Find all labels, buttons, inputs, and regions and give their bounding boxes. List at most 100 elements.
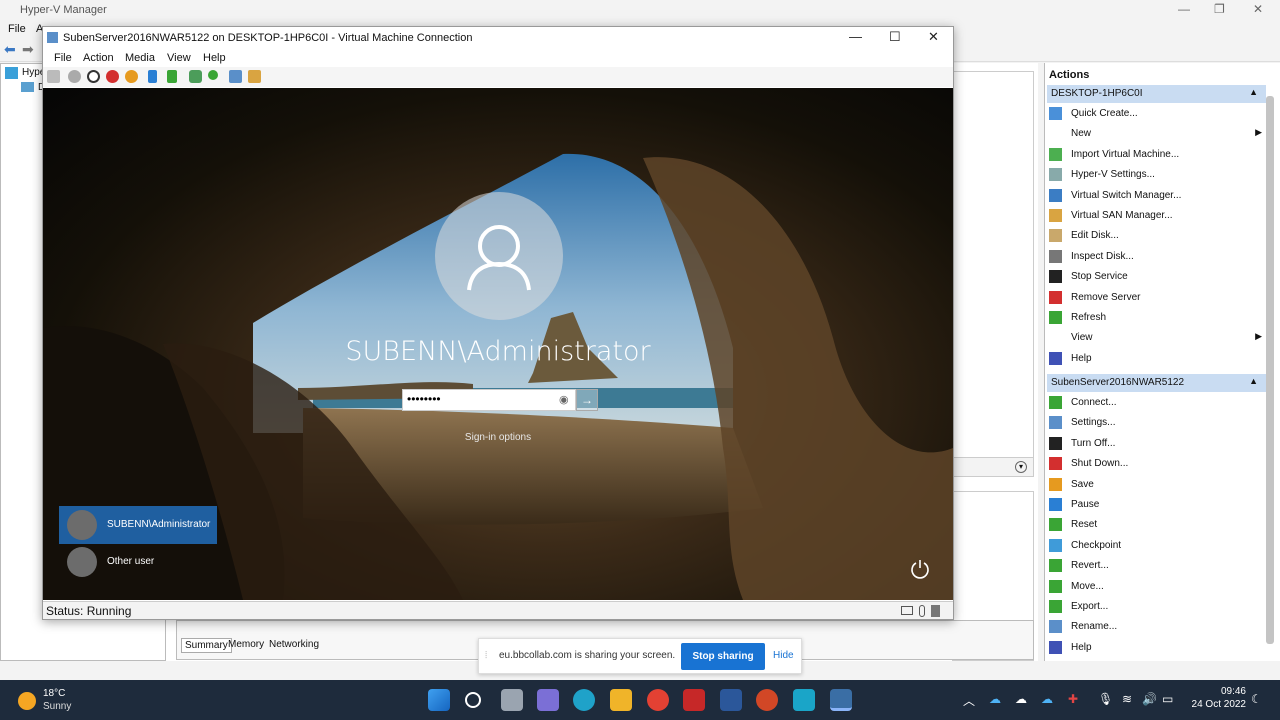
action-settings[interactable]: Settings... <box>1049 414 1264 432</box>
action-shut-down[interactable]: Shut Down... <box>1049 455 1264 473</box>
action-hyper-v-settings[interactable]: Hyper-V Settings... <box>1049 166 1264 184</box>
action-pause[interactable]: Pause <box>1049 496 1264 514</box>
action-move[interactable]: Move... <box>1049 578 1264 596</box>
group-desktop-header[interactable]: DESKTOP-1HP6C0I ▲ <box>1047 85 1266 103</box>
hide-button[interactable]: Hide <box>773 650 794 661</box>
action-connect[interactable]: Connect... <box>1049 394 1264 412</box>
action-virtual-switch-manager[interactable]: Virtual Switch Manager... <box>1049 187 1264 205</box>
action-quick-create[interactable]: Quick Create... <box>1049 105 1264 123</box>
action-reset[interactable]: Reset <box>1049 516 1264 534</box>
acrobat-icon[interactable] <box>683 689 705 711</box>
action-revert[interactable]: Revert... <box>1049 557 1264 575</box>
group-vm-header[interactable]: SubenServer2016NWAR5122 ▲ <box>1047 374 1266 392</box>
action-help[interactable]: Help <box>1049 350 1264 368</box>
action-help[interactable]: Help <box>1049 639 1264 657</box>
vm-menu-action[interactable]: Action <box>83 52 114 64</box>
start-icon[interactable] <box>428 689 450 711</box>
action-inspect-disk[interactable]: Inspect Disk... <box>1049 248 1264 266</box>
clock[interactable]: 09:46 24 Oct 2022 <box>1186 686 1246 710</box>
volume-icon[interactable]: 🔊 <box>1142 692 1157 706</box>
powerpoint-icon[interactable] <box>756 689 778 711</box>
shut-down-icon[interactable] <box>106 70 119 83</box>
action-refresh[interactable]: Refresh <box>1049 309 1264 327</box>
start-icon[interactable] <box>68 70 81 83</box>
reset-icon[interactable] <box>167 70 177 83</box>
stop-sharing-button[interactable]: Stop sharing <box>681 643 765 670</box>
task-view-icon[interactable] <box>501 689 523 711</box>
tab-networking[interactable]: Networking <box>266 638 322 651</box>
weather-temp: 18°C <box>43 688 66 699</box>
save-icon[interactable] <box>125 70 138 83</box>
pause-icon[interactable] <box>148 70 157 83</box>
cloud-icon[interactable]: ☁ <box>1041 692 1053 706</box>
vm-menu-view[interactable]: View <box>167 52 191 64</box>
word-icon[interactable] <box>720 689 742 711</box>
close-icon[interactable]: ✕ <box>1253 2 1263 16</box>
action-edit-disk[interactable]: Edit Disk... <box>1049 227 1264 245</box>
group-desktop-title: DESKTOP-1HP6C0I <box>1051 88 1143 99</box>
collapse-icon[interactable]: ▲ <box>1249 376 1258 386</box>
vm-menu-media[interactable]: Media <box>125 52 155 64</box>
share-icon[interactable] <box>248 70 261 83</box>
submit-arrow-icon[interactable]: → <box>576 389 598 411</box>
hyperv-taskbar-icon[interactable] <box>830 689 852 711</box>
app-tray-icon[interactable]: ✚ <box>1068 692 1078 706</box>
actions-scrollbar[interactable] <box>1266 96 1274 644</box>
forward-icon[interactable]: ➡ <box>22 41 34 58</box>
action-virtual-san-manager[interactable]: Virtual SAN Manager... <box>1049 207 1264 225</box>
edit-disk-icon <box>1049 229 1062 243</box>
ctrl-alt-del-icon[interactable] <box>47 70 60 83</box>
checkpoint-icon[interactable] <box>189 70 202 83</box>
chrome-icon[interactable] <box>647 689 669 711</box>
store-icon[interactable] <box>793 689 815 711</box>
moon-icon[interactable]: ☾ <box>1251 692 1262 706</box>
menu-file[interactable]: File <box>8 23 26 35</box>
power-icon[interactable] <box>909 558 931 580</box>
search-icon[interactable] <box>465 692 481 708</box>
microphone-icon[interactable]: 🎙 <box>1098 692 1113 706</box>
onedrive-personal-icon[interactable]: ☁ <box>1015 692 1027 706</box>
back-icon[interactable]: ⬅ <box>4 41 16 58</box>
revert-icon[interactable] <box>208 70 218 80</box>
action-save[interactable]: Save <box>1049 476 1264 494</box>
action-import-virtual-machine[interactable]: Import Virtual Machine... <box>1049 146 1264 164</box>
vm-menu-help[interactable]: Help <box>203 52 226 64</box>
action-export[interactable]: Export... <box>1049 598 1264 616</box>
onedrive-icon[interactable]: ☁ <box>989 692 1001 706</box>
action-remove-server[interactable]: Remove Server <box>1049 289 1264 307</box>
vm-menu-file[interactable]: File <box>54 52 72 64</box>
vm-list-pane <box>952 71 1034 461</box>
password-field[interactable]: •••••••• <box>402 389 576 411</box>
drag-handle-icon[interactable]: ⦙ <box>485 650 487 661</box>
chevron-up-icon[interactable]: ︿ <box>963 692 975 709</box>
file-explorer-icon[interactable] <box>610 689 632 711</box>
vm-screen[interactable]: SUBENN\Administrator •••••••• ◉ → Sign-i… <box>43 88 953 600</box>
maximize-icon[interactable]: ☐ <box>889 29 901 45</box>
turn-off-icon <box>1049 436 1062 450</box>
wifi-icon[interactable]: ≋ <box>1122 692 1132 706</box>
chat-icon[interactable] <box>537 689 559 711</box>
enhanced-session-icon[interactable] <box>229 70 242 83</box>
action-checkpoint[interactable]: Checkpoint <box>1049 537 1264 555</box>
minimize-icon[interactable]: — <box>1178 2 1190 16</box>
action-turn-off[interactable]: Turn Off... <box>1049 435 1264 453</box>
tab-memory[interactable]: Memory <box>225 638 267 651</box>
turn-off-icon[interactable] <box>87 70 100 83</box>
minimize-icon[interactable]: — <box>849 29 862 44</box>
vm-title: SubenServer2016NWAR5122 on DESKTOP-1HP6C… <box>63 32 473 44</box>
chevron-down-icon[interactable]: ▾ <box>1015 461 1027 473</box>
action-view[interactable]: View ▶ <box>1049 329 1264 347</box>
user-tile-other[interactable]: Other user <box>59 543 217 581</box>
close-icon[interactable]: ✕ <box>928 29 939 45</box>
edge-icon[interactable] <box>573 689 595 711</box>
maximize-icon[interactable]: ❐ <box>1214 2 1225 16</box>
collapse-icon[interactable]: ▲ <box>1249 87 1258 97</box>
action-stop-service[interactable]: Stop Service <box>1049 268 1264 286</box>
sign-in-options-link[interactable]: Sign-in options <box>43 432 953 443</box>
action-new[interactable]: New ▶ <box>1049 125 1264 143</box>
reveal-password-icon[interactable]: ◉ <box>559 393 569 406</box>
action-rename[interactable]: Rename... <box>1049 618 1264 636</box>
battery-icon[interactable]: ▭ <box>1162 692 1173 706</box>
user-tile-administrator[interactable]: SUBENN\Administrator <box>59 506 217 544</box>
help-icon <box>1049 351 1062 365</box>
